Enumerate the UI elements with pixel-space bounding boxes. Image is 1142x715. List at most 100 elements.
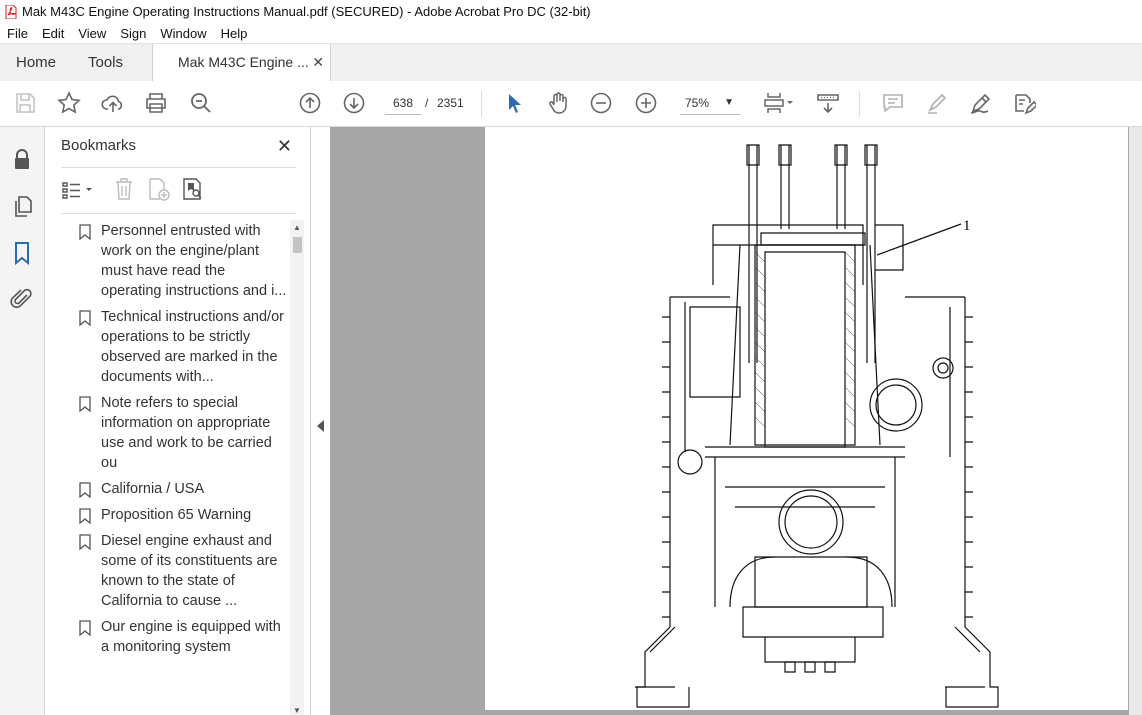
comment-icon xyxy=(883,94,903,113)
window-title: Mak M43C Engine Operating Instructions M… xyxy=(22,4,591,19)
save-icon xyxy=(16,93,35,113)
find-button[interactable] xyxy=(188,90,214,116)
tab-bar: Home Tools Mak M43C Engine ... ✕ xyxy=(0,43,1142,82)
bookmark-star-icon xyxy=(57,91,81,114)
menu-edit[interactable]: Edit xyxy=(42,26,64,41)
toolbar-divider xyxy=(481,91,482,117)
page-number-input[interactable]: 638 xyxy=(385,92,421,115)
find-icon xyxy=(191,93,211,113)
sign-button[interactable] xyxy=(968,90,994,116)
menu-file[interactable]: File xyxy=(7,26,28,41)
menu-window[interactable]: Window xyxy=(160,26,206,41)
fit-page-button[interactable] xyxy=(760,90,796,116)
bookmark-icon xyxy=(79,508,91,524)
bookmark-label: Diesel engine exhaust and some of its co… xyxy=(101,533,278,609)
scroll-up-icon[interactable]: ▲ xyxy=(293,223,301,232)
bookmark-item[interactable]: Diesel engine exhaust and some of its co… xyxy=(61,531,289,611)
zoom-dropdown[interactable]: 75% ▼ xyxy=(680,92,740,115)
security-button[interactable] xyxy=(10,147,34,171)
bookmark-icon xyxy=(79,482,91,498)
chevron-left-icon xyxy=(317,420,324,432)
zoom-out-button[interactable] xyxy=(588,90,614,116)
previous-page-icon xyxy=(299,92,321,114)
bookmarks-scrollbar[interactable]: ▲ ▼ xyxy=(290,220,304,715)
upload-button[interactable] xyxy=(100,90,126,116)
highlight-button[interactable] xyxy=(924,90,950,116)
bookmark-label: Proposition 65 Warning xyxy=(101,507,252,523)
bookmark-icon xyxy=(79,224,91,240)
fit-page-icon xyxy=(764,93,793,113)
title-bar: Mak M43C Engine Operating Instructions M… xyxy=(0,0,1142,23)
bookmarks-panel-button[interactable] xyxy=(10,241,34,266)
bookmark-icon xyxy=(79,534,91,550)
new-bookmark-icon[interactable] xyxy=(147,177,171,201)
tab-home[interactable]: Home xyxy=(16,44,56,81)
redact-button[interactable] xyxy=(1011,90,1037,116)
scroll-mode-icon xyxy=(817,94,839,114)
bookmark-item[interactable]: Technical instructions and/or operations… xyxy=(61,307,289,387)
main-toolbar: 638 / 2351 75% ▼ xyxy=(0,81,1142,127)
document-view[interactable]: 1 xyxy=(330,127,1142,715)
bookmark-item[interactable]: Note refers to special information on ap… xyxy=(61,393,289,473)
zoom-out-icon xyxy=(590,92,612,114)
highlight-icon xyxy=(928,93,947,114)
chevron-down-icon: ▼ xyxy=(724,97,734,108)
upload-icon xyxy=(101,95,123,112)
menu-sign[interactable]: Sign xyxy=(120,26,146,41)
bookmark-item[interactable]: Personnel entrusted with work on the eng… xyxy=(61,221,289,301)
total-pages: 2351 xyxy=(437,96,464,110)
bookmarks-title: Bookmarks xyxy=(61,137,137,154)
bookmark-label: California / USA xyxy=(101,481,205,497)
document-vertical-scrollbar[interactable] xyxy=(1129,127,1142,715)
bookmark-icon xyxy=(79,310,91,326)
bookmarks-icon xyxy=(15,242,29,266)
engine-cross-section-drawing: 1 xyxy=(635,144,999,708)
tab-document[interactable]: Mak M43C Engine ... ✕ xyxy=(152,44,331,82)
acrobat-pdf-icon xyxy=(5,4,17,19)
bookmark-item[interactable]: Our engine is equipped with a monitoring… xyxy=(61,617,289,657)
hand-icon xyxy=(549,92,567,114)
scroll-down-icon[interactable]: ▼ xyxy=(293,706,301,715)
lock-icon xyxy=(15,149,29,169)
comment-button[interactable] xyxy=(880,90,906,116)
pdf-page: 1 xyxy=(485,127,1128,710)
zoom-in-button[interactable] xyxy=(633,90,659,116)
bookmark-label: Our engine is equipped with a monitoring… xyxy=(101,619,281,655)
previous-page-button[interactable] xyxy=(297,90,323,116)
scrollbar-thumb[interactable] xyxy=(293,237,302,253)
bookmarks-close-button[interactable]: ✕ xyxy=(277,136,292,157)
next-page-button[interactable] xyxy=(341,90,367,116)
delete-bookmark-icon[interactable] xyxy=(113,177,135,201)
bookmarks-list: Personnel entrusted with work on the eng… xyxy=(61,221,289,715)
redact-icon xyxy=(1015,94,1036,115)
tab-close-button[interactable]: ✕ xyxy=(312,44,324,81)
bookmark-label: Personnel entrusted with work on the eng… xyxy=(101,223,287,299)
scroll-mode-button[interactable] xyxy=(815,90,841,116)
divider xyxy=(61,213,296,214)
left-navigation-rail xyxy=(0,127,45,715)
panel-collapse-handle[interactable] xyxy=(311,127,330,715)
bookmark-star-button[interactable] xyxy=(56,90,82,116)
bookmark-item[interactable]: California / USA xyxy=(61,479,289,499)
hand-tool-button[interactable] xyxy=(545,90,571,116)
select-tool-button[interactable] xyxy=(501,90,527,116)
options-menu-icon[interactable] xyxy=(61,179,97,201)
attachments-button[interactable] xyxy=(10,287,34,311)
zoom-value: 75% xyxy=(685,96,710,110)
print-icon xyxy=(146,93,166,113)
find-bookmark-icon[interactable] xyxy=(181,177,205,201)
bookmark-label: Note refers to special information on ap… xyxy=(101,395,272,471)
tab-document-label: Mak M43C Engine ... xyxy=(178,54,309,70)
zoom-in-icon xyxy=(635,92,657,114)
tab-tools[interactable]: Tools xyxy=(88,44,123,81)
menu-help[interactable]: Help xyxy=(221,26,248,41)
bookmark-item[interactable]: Proposition 65 Warning xyxy=(61,505,289,525)
print-button[interactable] xyxy=(143,90,169,116)
page-thumbnails-button[interactable] xyxy=(10,194,34,218)
save-button[interactable] xyxy=(12,90,38,116)
bookmarks-toolbar xyxy=(61,177,301,203)
menu-view[interactable]: View xyxy=(78,26,106,41)
callout-number: 1 xyxy=(963,218,971,234)
pages-icon xyxy=(15,196,32,217)
next-page-icon xyxy=(343,92,365,114)
